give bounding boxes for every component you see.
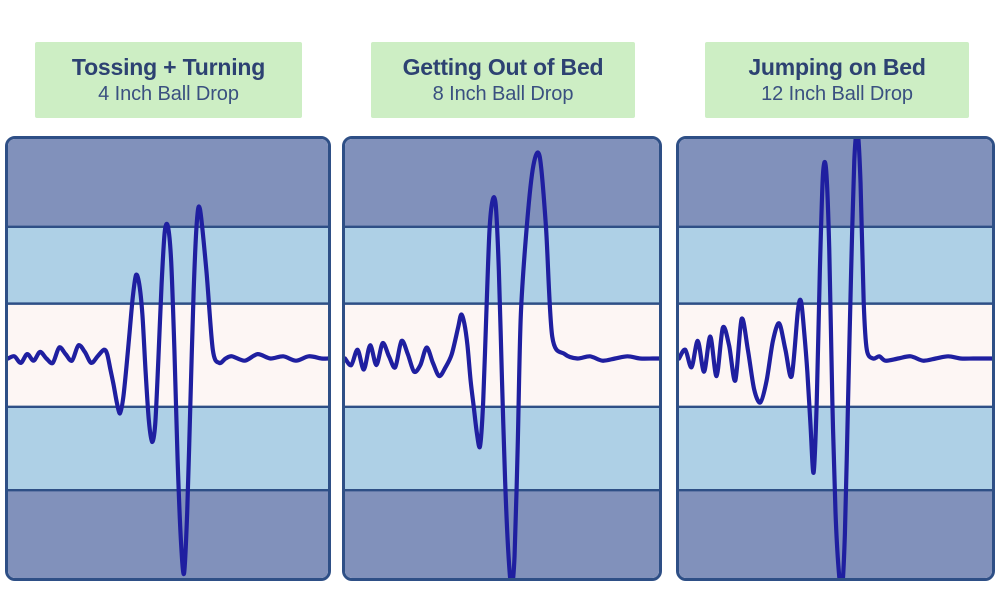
chart-panel-0 [5, 136, 331, 581]
motion-transfer-comparison: Tossing + Turning 4 Inch Ball Drop Getti… [0, 0, 1000, 607]
waveform-chart-0 [8, 139, 328, 578]
waveform-chart-1 [345, 139, 659, 578]
chart-panel-2 [676, 136, 995, 581]
waveform-chart-2 [679, 139, 992, 578]
chart-panels-row [0, 0, 1000, 607]
chart-panel-1 [342, 136, 662, 581]
